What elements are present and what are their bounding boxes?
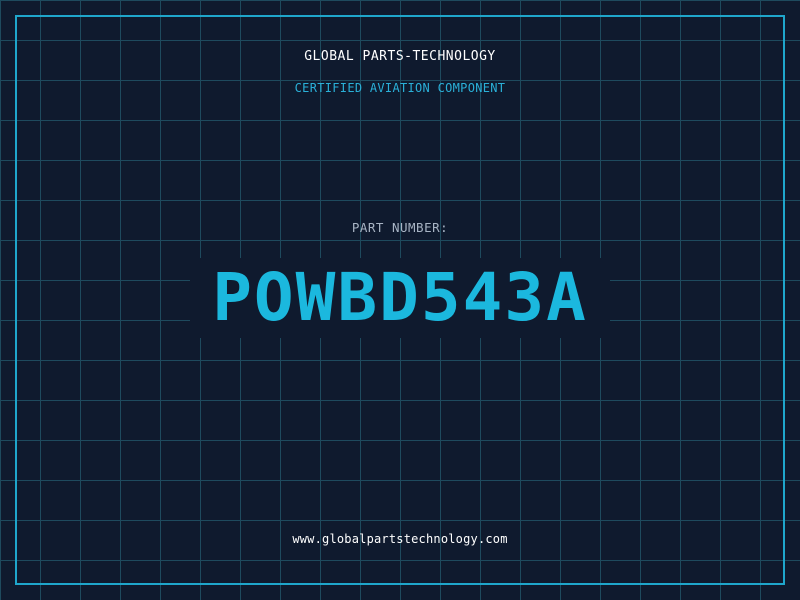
company-name: GLOBAL PARTS-TECHNOLOGY	[304, 49, 496, 64]
part-number-value: POWBD543A	[212, 259, 588, 336]
certification-subtitle: CERTIFIED AVIATION COMPONENT	[294, 81, 506, 95]
part-number-label: PART NUMBER:	[351, 220, 449, 235]
website-url: www.globalpartstechnology.com	[292, 532, 508, 546]
